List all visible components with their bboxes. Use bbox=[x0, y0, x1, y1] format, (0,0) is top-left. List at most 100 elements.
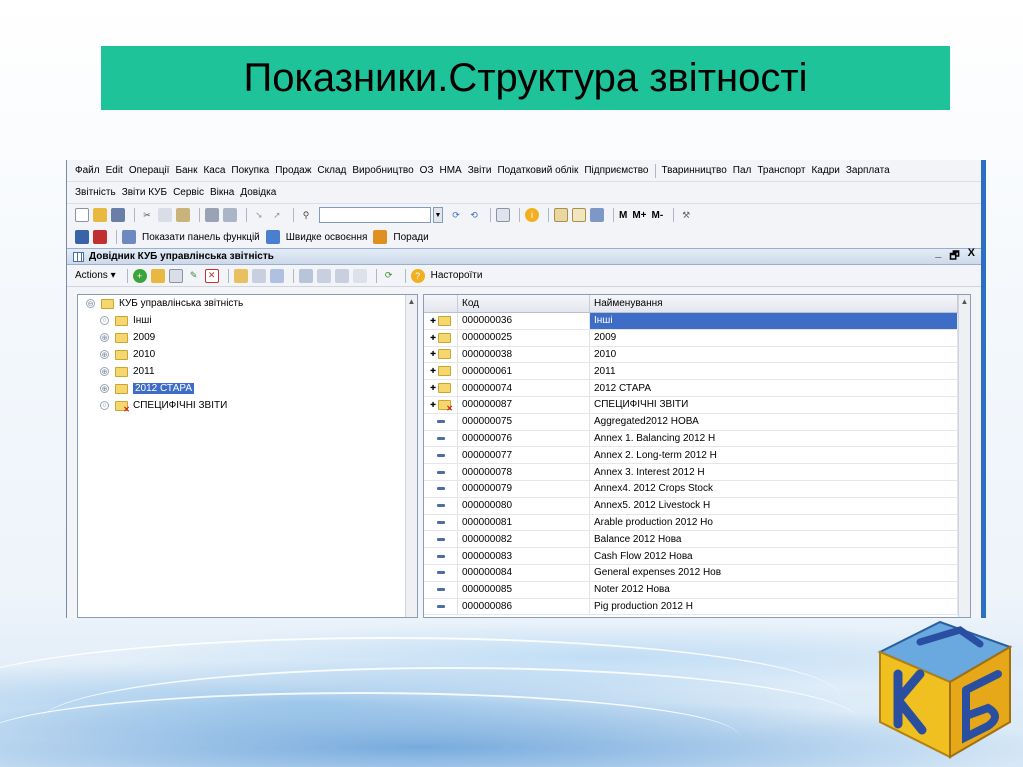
table-row[interactable]: 000000082 Balance 2012 Нова bbox=[424, 531, 970, 549]
calendar-icon[interactable] bbox=[572, 208, 586, 222]
quick-learn-icon[interactable] bbox=[265, 230, 280, 244]
copy-item-icon[interactable] bbox=[168, 268, 183, 283]
menu2-item-3[interactable]: Вікна bbox=[210, 187, 234, 198]
menu-item-0[interactable]: Файл bbox=[75, 165, 100, 176]
close-button[interactable]: X bbox=[968, 247, 975, 266]
icon-column-header[interactable] bbox=[424, 295, 458, 312]
tips-icon[interactable] bbox=[373, 230, 388, 244]
table-row[interactable]: 000000079 Annex4. 2012 Crops Stock bbox=[424, 480, 970, 498]
menu-item-1[interactable]: Edit bbox=[106, 165, 123, 176]
tree-item[interactable]: ○ СПЕЦИФІЧНІ ЗВІТИ bbox=[78, 397, 417, 414]
tractor-icon[interactable] bbox=[93, 230, 107, 244]
table-row[interactable]: 000000083 Cash Flow 2012 Нова bbox=[424, 548, 970, 565]
table-row[interactable]: ✚ 000000087СПЕЦИФІЧНІ ЗВІТИ bbox=[424, 396, 970, 414]
menu-item-4[interactable]: Каса bbox=[203, 165, 225, 176]
menu-item-b-3[interactable]: Кадри bbox=[811, 165, 839, 176]
menu-item-b-4[interactable]: Зарплата bbox=[846, 165, 890, 176]
tree-item[interactable]: ⊕ 2009 bbox=[78, 329, 417, 346]
menu2-item-4[interactable]: Довідка bbox=[240, 187, 276, 198]
expand-icon[interactable]: ⊕ bbox=[100, 367, 109, 376]
truck-icon[interactable] bbox=[75, 230, 89, 244]
show-function-panel-button[interactable]: Показати панель функцій bbox=[142, 232, 260, 243]
list-scrollbar[interactable]: ▲ bbox=[958, 295, 970, 617]
add-icon[interactable]: + bbox=[132, 268, 147, 283]
menu-item-8[interactable]: Виробництво bbox=[352, 165, 413, 176]
refresh-icon[interactable]: ⟳ bbox=[382, 269, 396, 283]
tree-item[interactable]: ⊕ 2010 bbox=[78, 346, 417, 363]
filter-icon[interactable] bbox=[298, 268, 313, 283]
table-row[interactable]: 000000081 Arable production 2012 Но bbox=[424, 514, 970, 532]
memory-plus-button[interactable]: М+ bbox=[632, 210, 646, 221]
back-icon[interactable]: ➘ bbox=[252, 208, 266, 222]
leaf-icon[interactable]: ○ bbox=[100, 401, 109, 410]
open-folder-icon[interactable] bbox=[93, 208, 107, 222]
preview-icon[interactable] bbox=[223, 208, 237, 222]
table-row[interactable]: 000000084 General expenses 2012 Нов bbox=[424, 564, 970, 582]
delete-icon[interactable]: ✕ bbox=[204, 268, 219, 283]
quick-learn-button[interactable]: Швидке освоєння bbox=[286, 232, 368, 243]
level-up-icon[interactable] bbox=[269, 268, 284, 283]
expand-icon[interactable]: ⊕ bbox=[100, 350, 109, 359]
menu-item-7[interactable]: Склад bbox=[317, 165, 346, 176]
search-icon[interactable]: ⚲ bbox=[299, 208, 313, 222]
menu-item-b-1[interactable]: Пал bbox=[733, 165, 752, 176]
table-row[interactable]: ✚ 000000025 2009 bbox=[424, 329, 970, 347]
name-column-header[interactable]: Найменування bbox=[590, 295, 958, 312]
paste-icon[interactable] bbox=[176, 208, 190, 222]
print-icon[interactable] bbox=[205, 208, 219, 222]
new-document-icon[interactable] bbox=[75, 208, 89, 222]
menu-item-12[interactable]: Податковий облік bbox=[497, 165, 578, 176]
items-list[interactable]: Код Найменування ✚ 000000036 Інші ✚ 00000002… bbox=[423, 294, 971, 618]
scroll-up-icon[interactable]: ▲ bbox=[959, 295, 970, 308]
search-dropdown-button[interactable]: ▼ bbox=[433, 207, 443, 223]
tree-root[interactable]: ⊖ КУБ управлінська звітність bbox=[78, 295, 417, 312]
search-input[interactable] bbox=[319, 207, 431, 223]
scroll-up-icon[interactable]: ▲ bbox=[406, 295, 417, 308]
tree-item[interactable]: ⊕ 2012 СТАРА bbox=[78, 380, 417, 397]
table-row[interactable]: ✚ 000000061 2011 bbox=[424, 363, 970, 381]
expand-icon[interactable]: ⊕ bbox=[100, 333, 109, 342]
group-tree[interactable]: ⊖ КУБ управлінська звітність ○ Інші ⊕ 2009 ⊕… bbox=[77, 294, 418, 618]
restore-button[interactable]: 🗗 bbox=[949, 247, 959, 266]
tree-item[interactable]: ⊕ 2011 bbox=[78, 363, 417, 380]
tools-icon[interactable]: ⚒ bbox=[679, 208, 693, 222]
help-icon[interactable]: ? bbox=[410, 268, 425, 283]
memory-minus-button[interactable]: М- bbox=[652, 210, 664, 221]
move-to-group-icon[interactable] bbox=[251, 268, 266, 283]
table-row[interactable]: 000000077 Annex 2. Long-term 2012 Н bbox=[424, 447, 970, 465]
info-icon[interactable]: i bbox=[525, 208, 539, 222]
copy-window-icon[interactable] bbox=[496, 208, 510, 222]
settings-button[interactable]: Настороїти bbox=[431, 270, 483, 281]
menu-item-b-2[interactable]: Транспорт bbox=[757, 165, 805, 176]
leaf-icon[interactable]: ○ bbox=[100, 316, 109, 325]
table-row[interactable]: ✚ 000000074 2012 СТАРА bbox=[424, 380, 970, 397]
filter-value-icon[interactable] bbox=[316, 268, 331, 283]
find-next-icon[interactable]: ⟳ bbox=[449, 208, 463, 222]
table-row[interactable]: ✚ 000000036 Інші bbox=[424, 313, 970, 330]
menu2-item-0[interactable]: Звітність bbox=[75, 187, 116, 198]
cut-icon[interactable]: ✂ bbox=[140, 208, 154, 222]
calculator-icon[interactable] bbox=[554, 208, 568, 222]
menu-item-6[interactable]: Продаж bbox=[275, 165, 311, 176]
collapse-icon[interactable]: ⊖ bbox=[86, 299, 95, 308]
edit-icon[interactable]: ✎ bbox=[187, 269, 201, 283]
menu-item-11[interactable]: Звіти bbox=[468, 165, 492, 176]
menu-item-2[interactable]: Операції bbox=[129, 165, 170, 176]
table-row[interactable]: 000000075 Aggregated2012 НОВА bbox=[424, 413, 970, 431]
menu-item-9[interactable]: ОЗ bbox=[420, 165, 434, 176]
table-row[interactable]: 000000085 Noter 2012 Нова bbox=[424, 581, 970, 599]
forward-icon[interactable]: ➚ bbox=[270, 208, 284, 222]
tree-scrollbar[interactable]: ▲ bbox=[405, 295, 417, 617]
find-prev-icon[interactable]: ⟲ bbox=[467, 208, 481, 222]
menu-item-b-0[interactable]: Тваринництво bbox=[662, 165, 727, 176]
menu-item-10[interactable]: НМА bbox=[440, 165, 462, 176]
table-row[interactable]: 000000076 Annex 1. Balancing 2012 Н bbox=[424, 430, 970, 448]
code-column-header[interactable]: Код bbox=[458, 295, 590, 312]
tree-item[interactable]: ○ Інші bbox=[78, 312, 417, 329]
copy-icon[interactable] bbox=[158, 208, 172, 222]
menu-item-3[interactable]: Банк bbox=[175, 165, 197, 176]
clear-filter-icon[interactable] bbox=[352, 268, 367, 283]
tips-button[interactable]: Поради bbox=[393, 232, 428, 243]
memory-m-button[interactable]: М bbox=[619, 210, 627, 221]
table-row[interactable]: 000000078 Annex 3. Interest 2012 Н bbox=[424, 464, 970, 481]
